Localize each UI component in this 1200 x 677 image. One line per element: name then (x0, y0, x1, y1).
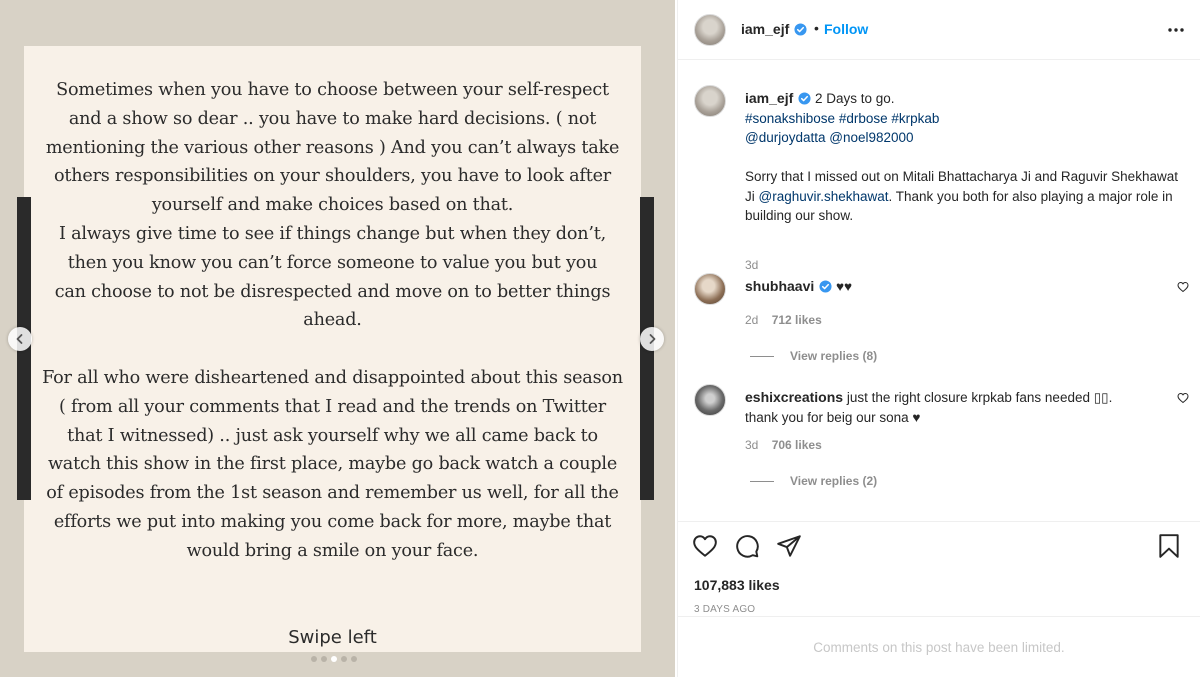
share-icon[interactable] (776, 533, 802, 559)
avatar[interactable] (694, 384, 726, 416)
carousel-slide: Sometimes when you have to choose betwee… (24, 46, 641, 652)
avatar[interactable] (694, 273, 726, 305)
view-replies-button[interactable]: View replies (8) (750, 349, 877, 363)
slide-text-line: and a show so dear .. you have to make h… (68, 108, 597, 129)
slide-text-line: ahead. (303, 310, 362, 331)
header-username[interactable]: iam_ejf (741, 21, 807, 37)
follow-button[interactable]: Follow (824, 21, 868, 37)
slide-text-line: that I witnessed) .. just ask yourself w… (67, 425, 598, 446)
slide-text: Sometimes when you have to choose betwee… (34, 76, 631, 566)
verified-icon (798, 92, 811, 105)
heart-icon[interactable] (692, 533, 718, 559)
comment-likes[interactable]: 706 likes (772, 438, 822, 452)
slide-text-line: watch this show in the first place, mayb… (47, 454, 618, 475)
slide-text-line: mentioning the various other reasons ) A… (45, 137, 620, 158)
comment-likes[interactable]: 712 likes (772, 313, 822, 327)
slide-text-line: others responsibilities on your shoulder… (53, 166, 612, 187)
comment-body: eshixcreations just the right closure kr… (745, 388, 1145, 427)
carousel-dot (341, 656, 347, 662)
view-replies-label: View replies (2) (790, 474, 878, 488)
slide-text-line: of episodes from the 1st season and reme… (46, 483, 619, 504)
post-media: Sometimes when you have to choose betwee… (0, 0, 675, 677)
caption-message: Sorry that I missed out on Mitali Bhatta… (745, 169, 1178, 223)
comment-text-line2: thank you for beig our sona ♥ (745, 409, 921, 425)
chevron-right-icon (649, 334, 656, 344)
caption-mentions[interactable]: @durjoydatta @noel982000 (745, 128, 1190, 148)
caption-hashtags[interactable]: #sonakshibose #drbose #krpkab (745, 109, 1190, 129)
bookmark-icon[interactable] (1156, 533, 1182, 559)
carousel-indicator (311, 656, 357, 662)
caption-username[interactable]: iam_ejf (745, 90, 811, 106)
slide-text-line: I always give time to see if things chan… (58, 223, 607, 244)
carousel-dot (311, 656, 317, 662)
separator-dot: • (814, 20, 819, 36)
chevron-left-icon (16, 334, 23, 344)
post-date[interactable]: 3 DAYS AGO (694, 604, 755, 615)
heart-icon[interactable] (1177, 281, 1189, 293)
comment-time[interactable]: 3d (745, 438, 758, 452)
comment-meta: 3d 706 likes (745, 438, 832, 452)
previous-slide-button[interactable] (8, 327, 32, 351)
slide-text-line: ( from all your comments that I read and… (58, 396, 607, 417)
caption-text: 2 Days to go. (815, 91, 895, 106)
comments-limited-notice: Comments on this post have been limited. (678, 616, 1200, 677)
divider-line (750, 480, 774, 482)
comment-username[interactable]: eshixcreations (745, 389, 843, 405)
carousel-dot (331, 656, 337, 662)
comment-text: just the right closure krpkab fans neede… (846, 390, 1113, 405)
more-options-icon[interactable] (1166, 20, 1186, 40)
swipe-left-label: Swipe left (288, 627, 377, 648)
slide-text-line: efforts we put into making you come back… (53, 511, 612, 532)
comment-username[interactable]: shubhaavi (745, 278, 832, 294)
verified-icon (819, 280, 832, 293)
mention-link[interactable]: @raghuvir.shekhawat (759, 189, 889, 204)
slide-text-line: then you know you can’t force someone to… (67, 252, 598, 273)
carousel-dot (351, 656, 357, 662)
comment-body: shubhaavi ♥♥ (745, 277, 1145, 297)
caption-body: iam_ejf 2 Days to go. #sonakshibose #drb… (745, 89, 1190, 226)
verified-icon (794, 23, 807, 36)
comments-section: iam_ejf 2 Days to go. #sonakshibose #drb… (678, 61, 1200, 521)
divider-line (750, 355, 774, 357)
carousel-dot (321, 656, 327, 662)
post-details-panel: iam_ejf • Follow iam_ejf 2 Days to go. #… (677, 0, 1200, 677)
post-header: iam_ejf • Follow (678, 0, 1200, 60)
slide-text-line: Sometimes when you have to choose betwee… (56, 80, 609, 100)
heart-icon[interactable] (1177, 392, 1189, 404)
avatar[interactable] (694, 85, 726, 117)
slide-text-line: For all who were disheartened and disapp… (42, 367, 623, 388)
slide-text-line: would bring a smile on your face. (186, 540, 479, 561)
comment-meta: 2d 712 likes (745, 313, 832, 327)
post-actions: 107,883 likes 3 DAYS AGO Comments on thi… (678, 521, 1200, 677)
comment-text: ♥♥ (836, 279, 853, 294)
likes-count[interactable]: 107,883 likes (694, 577, 780, 593)
view-replies-label: View replies (8) (790, 349, 878, 363)
slide-text-line: can choose to not be disrespected and mo… (54, 281, 611, 302)
next-slide-button[interactable] (640, 327, 664, 351)
view-replies-button[interactable]: View replies (2) (750, 474, 877, 488)
slide-text-line: yourself and make choices based on that. (151, 195, 514, 216)
caption-timestamp[interactable]: 3d (745, 258, 758, 272)
comment-time[interactable]: 2d (745, 313, 758, 327)
avatar[interactable] (694, 14, 726, 46)
comment-icon[interactable] (734, 533, 760, 559)
